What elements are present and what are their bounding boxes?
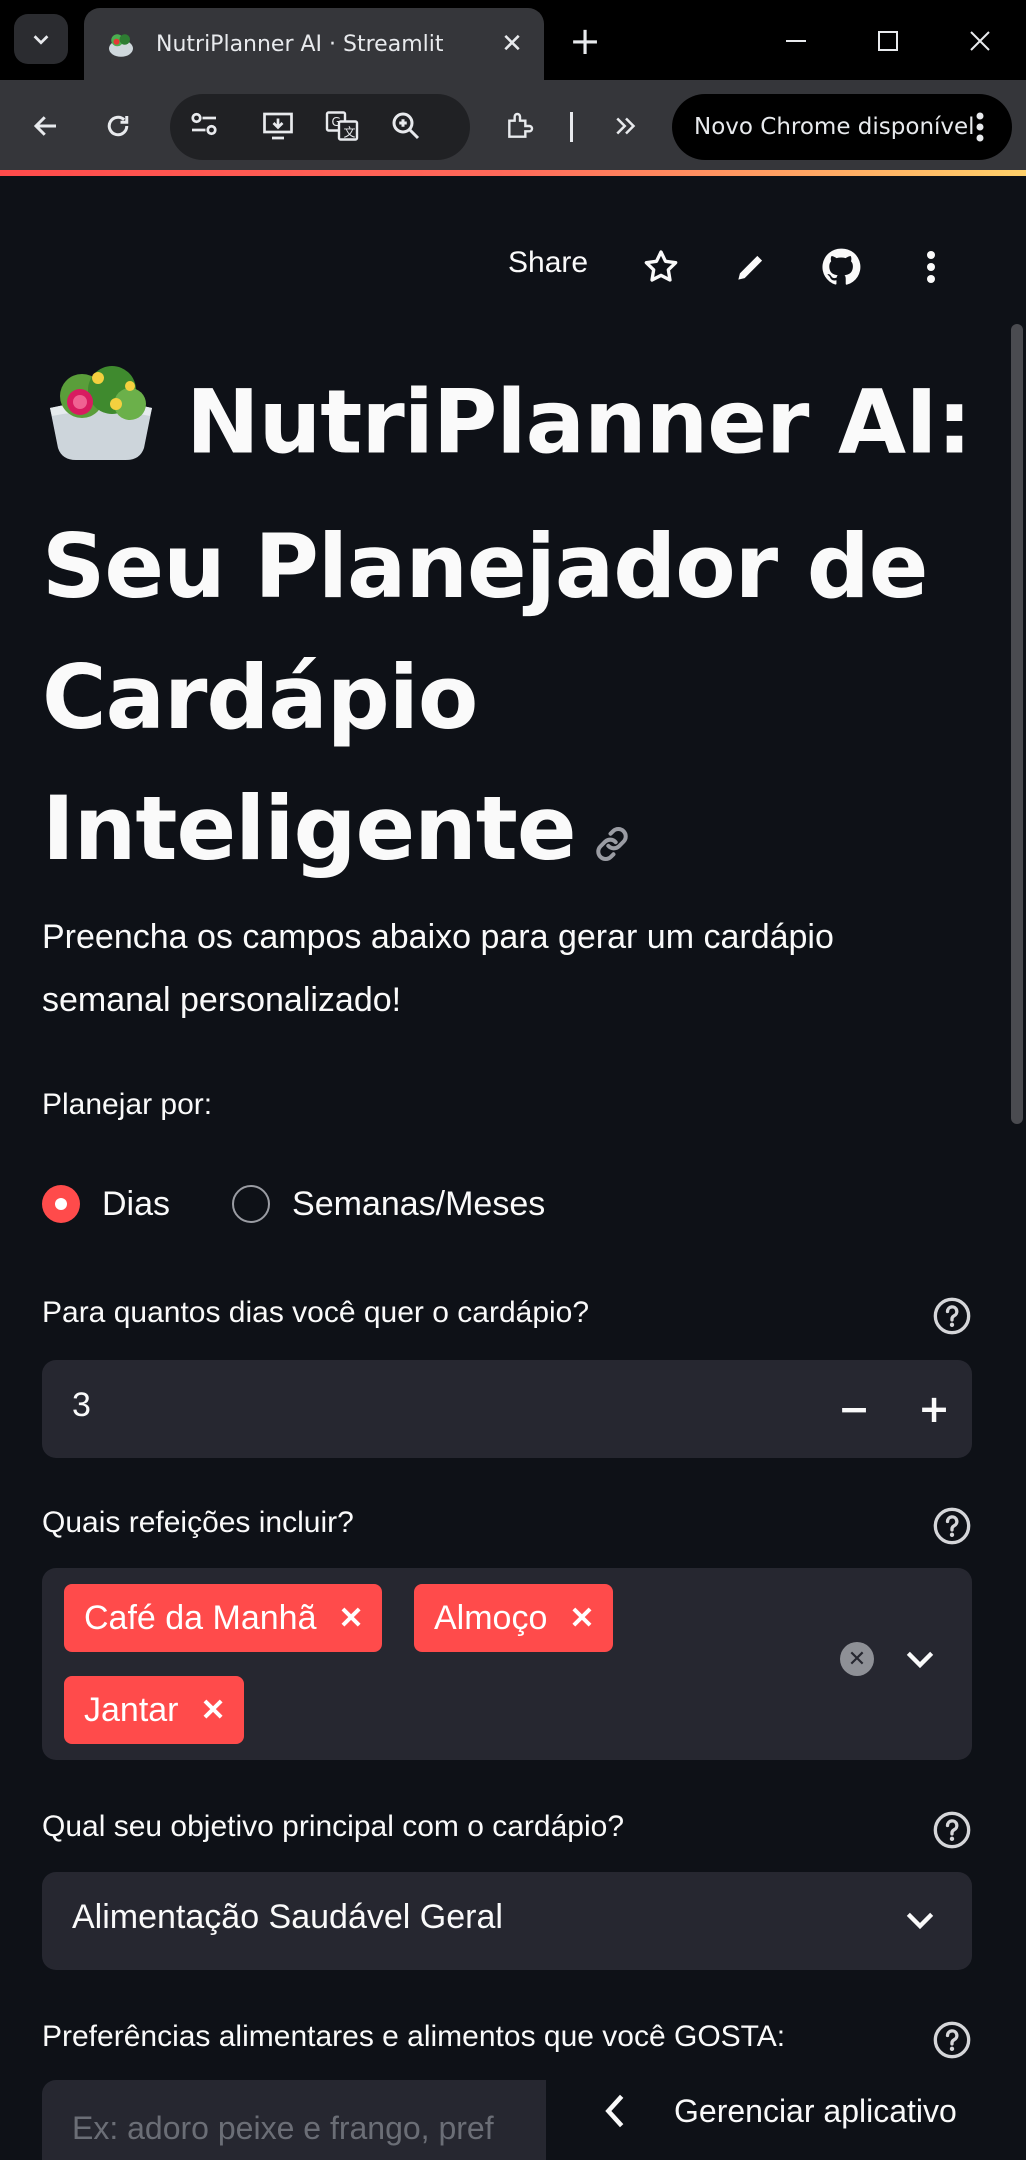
chevrons-right-icon[interactable]	[598, 98, 654, 154]
site-settings-icon[interactable]	[186, 106, 228, 148]
salad-bowl-icon	[42, 356, 160, 501]
new-chrome-available-button[interactable]: Novo Chrome disponível	[672, 94, 1012, 160]
days-number-input[interactable]: 3 − +	[42, 1360, 972, 1458]
radio-option-semanas-meses[interactable]	[232, 1185, 271, 1223]
maximize-icon[interactable]	[858, 14, 918, 68]
tab-search-button[interactable]	[14, 14, 68, 64]
close-window-icon[interactable]	[950, 14, 1010, 68]
manage-app-button[interactable]: Gerenciar aplicativo	[546, 2062, 1026, 2160]
chevron-left-icon	[605, 2094, 624, 2128]
translate-icon[interactable]: G文	[324, 108, 364, 148]
help-icon[interactable]	[932, 1810, 972, 1850]
toolbar-divider	[570, 112, 573, 142]
browser-tab[interactable]: NutriPlanner AI · Streamlit ✕	[84, 8, 544, 80]
page-subtitle: Preencha os campos abaixo para gerar um …	[42, 918, 834, 1019]
more-vertical-icon[interactable]	[960, 102, 1000, 152]
remove-chip-icon[interactable]: ✕	[339, 1601, 364, 1636]
link-icon[interactable]	[590, 770, 634, 901]
help-icon[interactable]	[932, 1506, 972, 1546]
svg-text:G: G	[332, 115, 341, 129]
chevron-down-icon[interactable]	[900, 1640, 940, 1680]
goal-selected-value: Alimentação Saudável Geral	[72, 1898, 503, 1936]
meal-chip-label: Café da Manhã	[84, 1598, 317, 1637]
pencil-icon[interactable]	[726, 242, 776, 292]
plan-by-radio-group: Dias Semanas/Meses	[42, 1176, 607, 1232]
more-vertical-icon[interactable]	[906, 242, 956, 292]
radio-label-dias[interactable]: Dias	[102, 1185, 170, 1224]
help-icon[interactable]	[932, 2020, 972, 2060]
page-scrollbar[interactable]	[1011, 324, 1023, 1124]
meal-chip: Jantar ✕	[64, 1676, 244, 1744]
radio-label-semanas-meses[interactable]: Semanas/Meses	[292, 1185, 545, 1224]
meal-chip-label: Almoço	[434, 1598, 548, 1637]
clear-all-icon[interactable]: ✕	[840, 1642, 874, 1676]
star-icon[interactable]	[636, 242, 686, 292]
radio-option-dias[interactable]	[42, 1185, 80, 1223]
address-bar[interactable]: G文	[170, 94, 470, 160]
chevron-down-icon[interactable]	[900, 1901, 940, 1941]
share-button[interactable]: Share	[508, 246, 588, 280]
streamlit-app: Share NutriPlanner AI: Seu Planejador de…	[0, 176, 1026, 2160]
remove-chip-icon[interactable]: ✕	[569, 1601, 594, 1636]
extensions-icon[interactable]	[492, 98, 548, 154]
minimize-icon[interactable]	[766, 14, 826, 68]
increment-button[interactable]: +	[902, 1378, 966, 1440]
new-tab-icon[interactable]: +	[560, 18, 610, 64]
days-value[interactable]: 3	[72, 1386, 91, 1425]
github-icon[interactable]	[816, 242, 866, 292]
help-icon[interactable]	[932, 1296, 972, 1336]
manage-app-label: Gerenciar aplicativo	[674, 2092, 957, 2129]
svg-text:文: 文	[344, 125, 356, 140]
meal-chip: Café da Manhã ✕	[64, 1584, 382, 1652]
reload-icon[interactable]	[90, 98, 146, 154]
browser-tab-strip: NutriPlanner AI · Streamlit ✕ +	[0, 0, 1026, 80]
salad-icon	[104, 27, 138, 61]
install-app-icon[interactable]	[260, 108, 300, 148]
zoom-icon[interactable]	[388, 108, 428, 148]
meals-multiselect[interactable]: Café da Manhã ✕ Almoço ✕ Jantar ✕ ✕	[42, 1568, 972, 1760]
plan-by-label: Planejar por:	[42, 1088, 213, 1121]
remove-chip-icon[interactable]: ✕	[201, 1693, 226, 1728]
app-header: Share	[0, 236, 1026, 306]
goal-select[interactable]: Alimentação Saudável Geral	[42, 1872, 972, 1970]
browser-toolbar: G文 Novo Chrome disponível	[0, 80, 1026, 170]
chevron-down-icon	[33, 35, 49, 45]
goal-label: Qual seu objetivo principal com o cardáp…	[42, 1810, 624, 1843]
new-chrome-label: Novo Chrome disponível	[694, 114, 975, 140]
likes-placeholder: Ex: adoro peixe e frango, pref	[72, 2110, 494, 2146]
back-icon[interactable]	[18, 98, 74, 154]
close-tab-icon[interactable]: ✕	[492, 24, 532, 64]
meal-chip-label: Jantar	[84, 1690, 179, 1729]
likes-label: Preferências alimentares e alimentos que…	[42, 2020, 786, 2053]
decrement-button[interactable]: −	[822, 1378, 886, 1440]
meals-label: Quais refeições incluir?	[42, 1506, 354, 1539]
page-title-text: NutriPlanner AI: Seu Planejador de Cardá…	[42, 370, 972, 880]
days-label: Para quantos dias você quer o cardápio?	[42, 1296, 590, 1329]
meal-chip: Almoço ✕	[414, 1584, 613, 1652]
tab-title: NutriPlanner AI · Streamlit	[156, 31, 444, 57]
page-title: NutriPlanner AI: Seu Planejador de Cardá…	[42, 356, 982, 901]
